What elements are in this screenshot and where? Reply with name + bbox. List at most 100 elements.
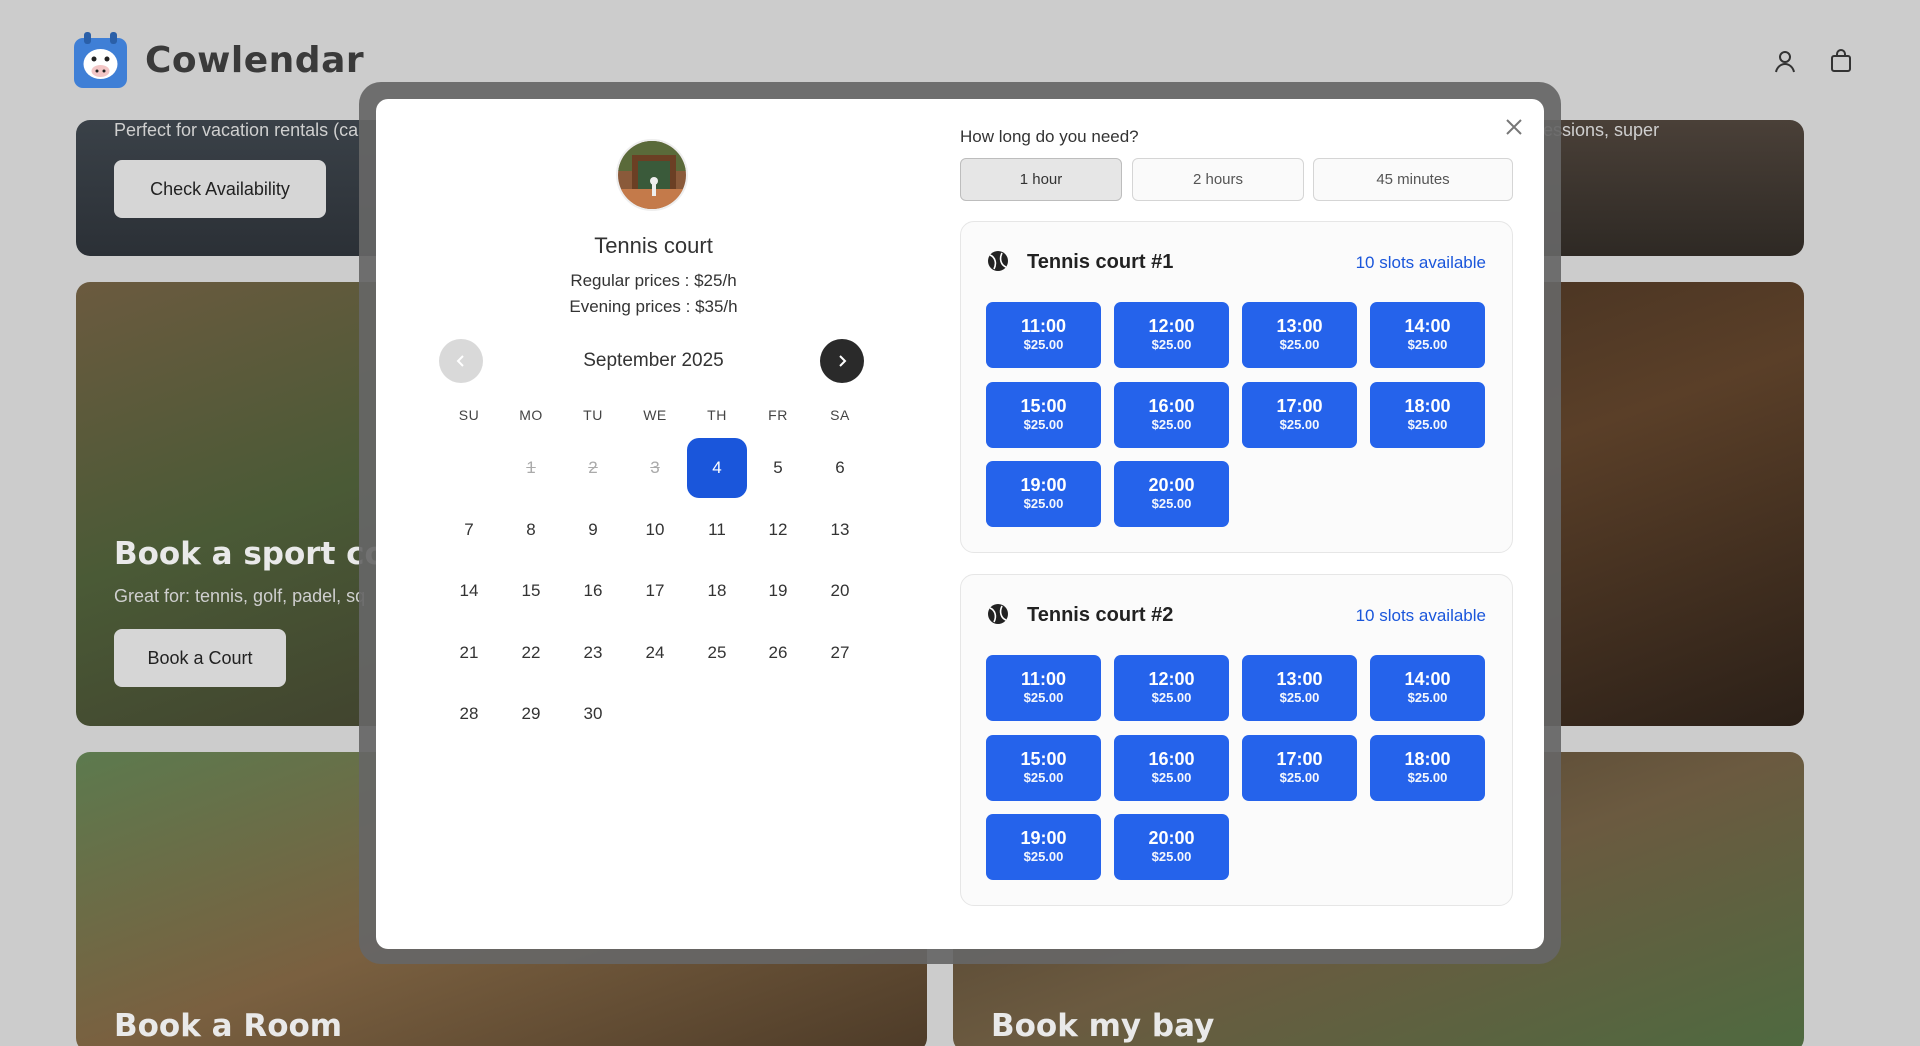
account-icon[interactable] xyxy=(1772,48,1798,74)
calendar-day[interactable]: 15 xyxy=(501,561,561,621)
time-slot-button[interactable]: 17:00 $25.00 xyxy=(1242,735,1357,801)
brand-name: Cowlendar xyxy=(145,39,365,81)
slot-price: $25.00 xyxy=(1023,417,1064,432)
time-slot-button[interactable]: 11:00 $25.00 xyxy=(986,302,1101,368)
check-availability-button[interactable]: Check Availability xyxy=(114,160,326,218)
time-slot-button[interactable]: 15:00 $25.00 xyxy=(986,735,1101,801)
time-slot-button[interactable]: 19:00 $25.00 xyxy=(986,814,1101,880)
calendar-day[interactable]: 29 xyxy=(501,684,561,744)
court-card: Tennis court #2 10 slots available 11:00… xyxy=(960,574,1513,906)
slot-price: $25.00 xyxy=(1023,849,1064,864)
calendar-day[interactable]: 23 xyxy=(563,623,623,683)
time-slot-button[interactable]: 16:00 $25.00 xyxy=(1114,382,1229,448)
court-card: Tennis court #1 10 slots available 11:00… xyxy=(960,221,1513,553)
book-court-button[interactable]: Book a Court xyxy=(114,629,286,687)
calendar-day[interactable]: 11 xyxy=(687,500,747,560)
calendar-day[interactable]: 17 xyxy=(625,561,685,621)
time-slot-button[interactable]: 13:00 $25.00 xyxy=(1242,655,1357,721)
calendar-day[interactable]: 30 xyxy=(563,684,623,744)
time-slot-button[interactable]: 20:00 $25.00 xyxy=(1114,814,1229,880)
slot-time: 11:00 xyxy=(1020,316,1067,336)
slot-price: $25.00 xyxy=(1407,337,1448,352)
slot-time: 16:00 xyxy=(1148,749,1195,769)
venue-title: Tennis court xyxy=(594,233,713,258)
card-subtitle: Perfect for vacation rentals (ca xyxy=(114,120,359,140)
slot-price: $25.00 xyxy=(1279,337,1320,352)
weekday-label: MO xyxy=(519,407,543,423)
slot-time: 19:00 xyxy=(1020,828,1067,848)
slot-time: 13:00 xyxy=(1276,316,1323,336)
booking-modal: Tennis court Regular prices : $25/h Even… xyxy=(376,99,1544,949)
slot-time: 13:00 xyxy=(1276,669,1323,689)
calendar-day[interactable]: 10 xyxy=(625,500,685,560)
slot-time: 15:00 xyxy=(1020,749,1067,769)
calendar-day: 1 xyxy=(526,458,536,477)
next-month-button[interactable] xyxy=(820,339,864,383)
tennis-ball-icon xyxy=(987,603,1009,625)
time-slot-button[interactable]: 18:00 $25.00 xyxy=(1370,735,1485,801)
time-slot-button[interactable]: 17:00 $25.00 xyxy=(1242,382,1357,448)
card-title: Book a Room xyxy=(114,1008,343,1044)
calendar-day[interactable]: 25 xyxy=(687,623,747,683)
slot-time: 14:00 xyxy=(1404,669,1451,689)
calendar-day[interactable]: 9 xyxy=(563,500,623,560)
duration-option-45-minutes[interactable]: 45 minutes xyxy=(1313,158,1513,201)
slot-time: 14:00 xyxy=(1404,316,1451,336)
calendar-day[interactable]: 27 xyxy=(810,623,870,683)
calendar-day[interactable]: 16 xyxy=(563,561,623,621)
weekday-label: TH xyxy=(707,407,727,423)
time-slot-button[interactable]: 19:00 $25.00 xyxy=(986,461,1101,527)
slot-price: $25.00 xyxy=(1023,770,1064,785)
slot-price: $25.00 xyxy=(1023,337,1064,352)
slot-time: 16:00 xyxy=(1148,396,1195,416)
cow-logo-icon xyxy=(72,30,129,90)
calendar-day[interactable]: 19 xyxy=(748,561,808,621)
calendar-day[interactable]: 8 xyxy=(501,500,561,560)
duration-option-2-hours[interactable]: 2 hours xyxy=(1132,158,1304,201)
time-slot-button[interactable]: 14:00 $25.00 xyxy=(1370,655,1485,721)
slot-price: $25.00 xyxy=(1151,849,1192,864)
calendar-day[interactable]: 26 xyxy=(748,623,808,683)
calendar-day: 2 xyxy=(588,458,598,477)
slot-price: $25.00 xyxy=(1279,770,1320,785)
slot-price: $25.00 xyxy=(1151,417,1192,432)
cart-icon[interactable] xyxy=(1828,48,1854,74)
duration-question: How long do you need? xyxy=(960,127,1139,146)
slot-price: $25.00 xyxy=(1023,690,1064,705)
weekday-label: FR xyxy=(768,407,788,423)
slot-price: $25.00 xyxy=(1407,690,1448,705)
slot-price: $25.00 xyxy=(1151,337,1192,352)
slot-time: 20:00 xyxy=(1148,828,1195,848)
calendar-day[interactable]: 21 xyxy=(439,623,499,683)
time-slot-button[interactable]: 13:00 $25.00 xyxy=(1242,302,1357,368)
calendar-day[interactable]: 20 xyxy=(810,561,870,621)
calendar-day[interactable]: 4 xyxy=(687,438,747,498)
calendar-day[interactable]: 13 xyxy=(810,500,870,560)
slot-time: 12:00 xyxy=(1148,669,1195,689)
slot-price: $25.00 xyxy=(1151,690,1192,705)
calendar-day: 3 xyxy=(650,458,660,477)
time-slot-button[interactable]: 12:00 $25.00 xyxy=(1114,655,1229,721)
calendar-day[interactable]: 24 xyxy=(625,623,685,683)
time-slot-button[interactable]: 18:00 $25.00 xyxy=(1370,382,1485,448)
calendar-day[interactable]: 22 xyxy=(501,623,561,683)
calendar-day[interactable]: 28 xyxy=(439,684,499,744)
calendar-day[interactable]: 18 xyxy=(687,561,747,621)
brand-logo[interactable]: Cowlendar xyxy=(72,30,364,90)
time-slot-button[interactable]: 15:00 $25.00 xyxy=(986,382,1101,448)
time-slot-button[interactable]: 20:00 $25.00 xyxy=(1114,461,1229,527)
calendar-day[interactable]: 5 xyxy=(748,438,808,498)
duration-option-1-hour[interactable]: 1 hour xyxy=(960,158,1122,201)
calendar-day[interactable]: 7 xyxy=(439,500,499,560)
calendar-day[interactable]: 6 xyxy=(810,438,870,498)
court-name: Tennis court #1 xyxy=(1027,251,1174,273)
time-slot-button[interactable]: 12:00 $25.00 xyxy=(1114,302,1229,368)
regular-price: Regular prices : $25/h xyxy=(570,271,737,290)
time-slot-button[interactable]: 16:00 $25.00 xyxy=(1114,735,1229,801)
slots-available-count: 10 slots available xyxy=(1355,606,1486,625)
calendar-day[interactable]: 14 xyxy=(439,561,499,621)
calendar-day[interactable]: 12 xyxy=(748,500,808,560)
time-slot-button[interactable]: 14:00 $25.00 xyxy=(1370,302,1485,368)
time-slot-button[interactable]: 11:00 $25.00 xyxy=(986,655,1101,721)
venue-avatar xyxy=(616,139,688,211)
